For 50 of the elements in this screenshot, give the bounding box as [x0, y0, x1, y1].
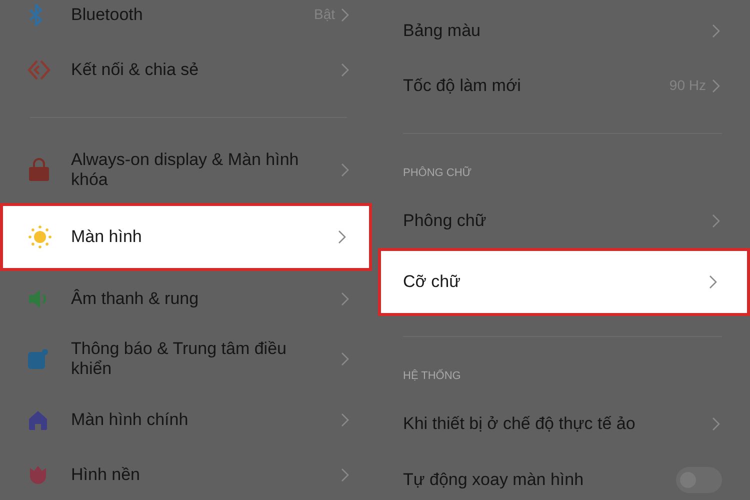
chevron-icon	[709, 275, 717, 289]
chevron-icon	[341, 8, 349, 22]
row-label: Màn hình	[71, 227, 143, 247]
settings-row[interactable]: Phông chữ	[375, 193, 750, 248]
settings-row[interactable]: Màn hình	[0, 203, 372, 271]
row-label: Tốc độ làm mới	[403, 76, 522, 96]
row-label: Kết nối & chia sẻ	[71, 60, 200, 80]
chevron-icon	[341, 163, 349, 177]
bluetooth-icon	[27, 2, 45, 26]
settings-row[interactable]: Tự động xoay màn hình	[375, 451, 750, 500]
row-label: Thông báo & Trung tâm điều khiển	[71, 339, 288, 379]
sun-icon	[27, 224, 53, 250]
row-label: Bluetooth	[71, 4, 144, 24]
settings-row[interactable]: Cỡ chữ	[378, 248, 750, 316]
row-label: Màn hình chính	[71, 410, 190, 430]
settings-row[interactable]: Hình nền	[0, 447, 375, 500]
settings-row[interactable]: Màn hình chính	[0, 392, 375, 447]
chevron-icon	[712, 78, 720, 92]
chevron-icon	[341, 352, 349, 366]
chevron-icon	[338, 230, 346, 244]
speaker-icon	[27, 288, 49, 310]
section-header: HỆ THỐNG	[403, 368, 461, 384]
row-label: Phông chữ	[403, 210, 488, 230]
row-label: Âm thanh & rung	[71, 288, 200, 308]
flower-icon	[27, 464, 49, 486]
row-label: Always-on display & Màn hình khóa	[71, 150, 300, 190]
chevron-icon	[712, 24, 720, 38]
lock-icon	[27, 157, 51, 183]
chevron-icon	[712, 214, 720, 228]
settings-row[interactable]: Always-on display & Màn hình khóa	[0, 137, 375, 203]
settings-row[interactable]: Bảng màu	[375, 3, 750, 58]
chevron-icon	[341, 292, 349, 306]
chevron-icon	[341, 468, 349, 482]
row-label: Tự động xoay màn hình	[403, 469, 585, 492]
row-label: Hình nền	[71, 464, 141, 484]
settings-row[interactable]: Thông báo & Trung tâm điều khiển	[0, 326, 375, 392]
row-label: Cỡ chữ	[403, 272, 462, 292]
notification-icon	[27, 348, 49, 370]
home-icon	[27, 408, 49, 430]
chevron-icon	[341, 412, 349, 426]
settings-row[interactable]: Âm thanh & rung	[0, 271, 375, 326]
diamond-link-icon	[27, 58, 51, 82]
chevron-icon	[341, 62, 349, 76]
settings-row[interactable]: Kết nối & chia sẻ	[0, 42, 375, 97]
row-label: Khi thiết bị ở chế độ thực tế ảo	[403, 414, 636, 434]
toggle-switch[interactable]	[676, 467, 722, 493]
chevron-icon	[712, 416, 720, 430]
row-label: Bảng màu	[403, 20, 482, 40]
section-header: PHÔNG CHỮ	[403, 165, 472, 181]
settings-row[interactable]: Khi thiết bị ở chế độ thực tế ảo	[375, 396, 750, 451]
